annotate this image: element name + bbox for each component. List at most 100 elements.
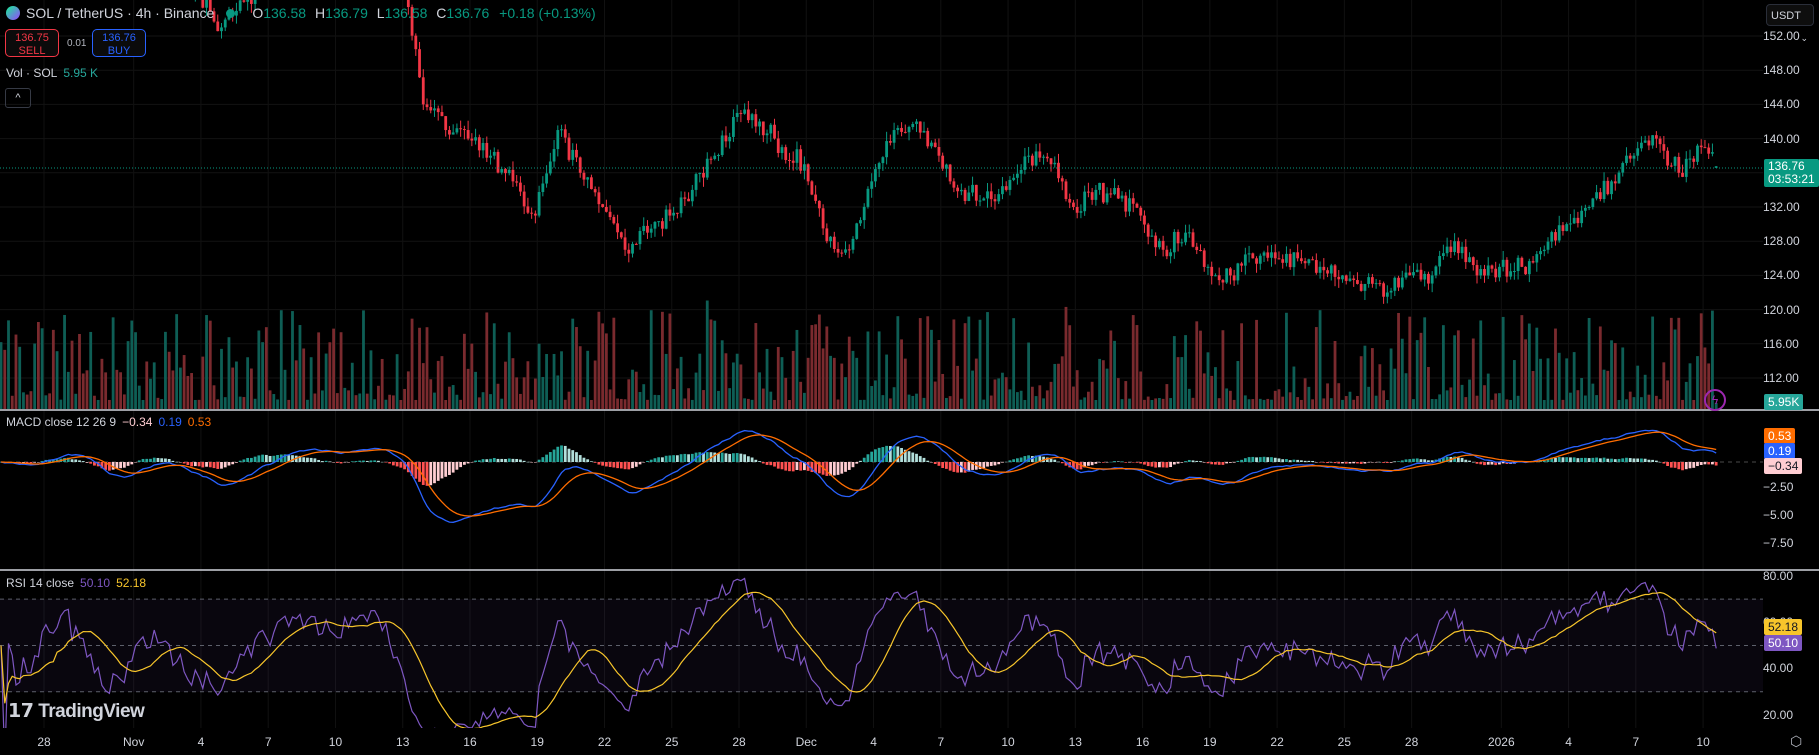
volume-bar	[1464, 397, 1468, 409]
currency-select[interactable]: USDT ⌄	[1766, 4, 1814, 43]
macd-histogram-bar	[993, 462, 997, 466]
candle-body	[1397, 277, 1400, 288]
volume-bar	[1019, 390, 1023, 409]
macd-histogram-bar	[89, 462, 93, 464]
macd-histogram-bar	[167, 458, 171, 462]
macd-histogram-bar	[1415, 458, 1419, 462]
candle-body	[560, 129, 563, 131]
candle-body	[1348, 278, 1352, 281]
volume-bar	[761, 388, 765, 409]
volume-bar	[1404, 373, 1408, 409]
macd-histogram-bar	[1408, 459, 1412, 462]
volume-bar	[956, 365, 960, 409]
tradingview-logo[interactable]: 𝟭𝟳 TradingView	[8, 700, 145, 723]
macd-histogram-bar	[1352, 462, 1356, 464]
candle-body	[477, 137, 481, 151]
volume-bar	[821, 348, 825, 409]
volume-bar	[1385, 399, 1389, 409]
sell-button[interactable]: 136.75 SELL	[5, 29, 59, 57]
volume-legend[interactable]: Vol · SOL 5.95 K	[6, 66, 98, 80]
volume-bar	[1610, 340, 1613, 409]
symbol-title[interactable]: SOL / TetherUS · 4h · Binance	[26, 5, 214, 21]
candle-body	[1113, 188, 1116, 195]
volume-bar	[403, 388, 406, 409]
volume-bar	[500, 398, 504, 409]
lightning-icon[interactable]: ϟ	[1704, 389, 1726, 411]
macd-legend[interactable]: MACD close 12 26 9 −0.34 0.19 0.53	[6, 415, 211, 429]
volume-bar	[997, 378, 1001, 409]
macd-histogram-bar	[1468, 460, 1471, 462]
macd-histogram-bar	[675, 455, 679, 462]
candle-body	[511, 169, 515, 182]
volume-bar	[332, 328, 335, 409]
candle-body	[1060, 178, 1064, 182]
time-axis-label: 4	[1565, 735, 1572, 749]
chart-canvas[interactable]	[0, 0, 1819, 755]
candle-body	[661, 221, 664, 229]
macd-histogram-bar	[926, 460, 930, 462]
macd-histogram-bar	[720, 452, 724, 462]
volume-bar	[780, 357, 784, 409]
volume-bar	[22, 392, 25, 409]
volume-bar	[178, 367, 182, 409]
volume-bar	[1090, 381, 1094, 409]
volume-bar	[1654, 395, 1658, 409]
candle-body	[1554, 232, 1557, 241]
volume-bar	[1131, 315, 1135, 409]
candle-body	[713, 155, 717, 159]
candle-body	[1363, 283, 1367, 291]
volume-bar	[477, 397, 481, 409]
volume-bar	[832, 357, 836, 409]
volume-bar	[1677, 317, 1681, 409]
candle-body	[1400, 277, 1404, 288]
candle-body	[601, 204, 605, 207]
candle-body	[1688, 158, 1692, 160]
volume-bar	[646, 399, 649, 409]
candle-body	[754, 114, 758, 127]
volume-bar	[309, 357, 313, 409]
macd-histogram-bar	[556, 446, 560, 462]
settings-gear-icon[interactable]: ⬡	[1790, 733, 1806, 749]
volume-bar	[522, 377, 526, 409]
candle-body	[866, 188, 870, 207]
macd-histogram-bar	[1169, 462, 1173, 468]
volume-bar	[758, 372, 761, 409]
macd-histogram-bar	[1172, 462, 1176, 465]
candle-body	[433, 108, 436, 111]
macd-histogram-bar	[1389, 462, 1393, 463]
candle-body	[1135, 203, 1139, 208]
candle-body	[425, 104, 429, 108]
candle-body	[619, 232, 623, 238]
candle-body	[997, 194, 1001, 202]
volume-bar	[1576, 390, 1580, 409]
time-axis-label: 28	[732, 735, 746, 749]
macd-histogram-bar	[1154, 462, 1158, 468]
volume-bar	[844, 377, 847, 409]
candle-body	[1692, 158, 1696, 162]
candle-body	[821, 208, 825, 229]
volume-bar	[272, 394, 276, 409]
macd-histogram-bar	[1236, 460, 1240, 462]
macd-histogram-bar	[238, 460, 242, 462]
tradingview-logo-icon: 𝟭𝟳	[8, 701, 39, 722]
volume-bar	[1157, 397, 1161, 409]
macd-histogram-bar	[1053, 459, 1057, 462]
volume-bar	[1595, 395, 1598, 409]
buy-button[interactable]: 136.76 BUY	[92, 29, 146, 57]
macd-histogram-bar	[1113, 461, 1116, 462]
volume-bar	[1262, 399, 1266, 409]
volume-bar	[1617, 399, 1621, 409]
macd-histogram-bar	[575, 452, 578, 462]
macd-histogram-bar	[593, 462, 597, 463]
macd-histogram-bar	[1393, 461, 1397, 462]
candle-body	[612, 217, 616, 224]
collapse-legend-button[interactable]: ^	[5, 88, 31, 108]
volume-bar	[1299, 399, 1303, 409]
candle-body	[1531, 261, 1535, 263]
time-axis-label: 13	[396, 735, 410, 749]
market-status-icon	[226, 8, 236, 18]
candle-body	[1707, 147, 1711, 154]
candle-body	[1053, 162, 1057, 165]
rsi-legend[interactable]: RSI 14 close 50.10 52.18	[6, 576, 146, 590]
solana-icon	[6, 6, 20, 20]
